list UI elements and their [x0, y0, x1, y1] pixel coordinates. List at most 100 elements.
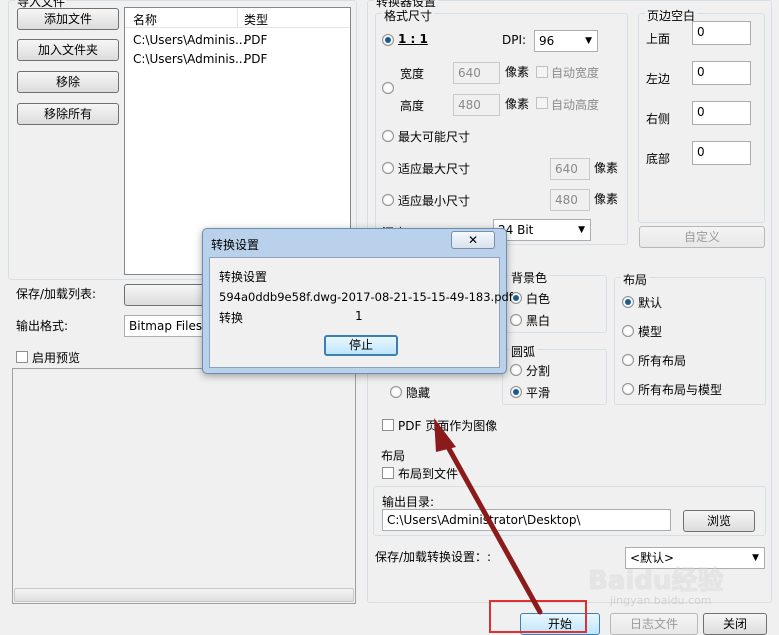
margin-left-input[interactable]: 0	[692, 61, 751, 85]
height-label: 高度	[400, 99, 425, 113]
layout-model-label: 模型	[638, 325, 663, 339]
watermark-url: jingyan.baidu.com	[610, 594, 712, 607]
dialog-convert-count: 1	[355, 309, 363, 323]
dpi-select[interactable]: 96 ▼	[534, 30, 598, 52]
one-to-one-radio[interactable]	[382, 34, 394, 46]
fit-min-input[interactable]: 480	[550, 189, 590, 211]
fit-min-label: 适应最小尺寸	[398, 194, 471, 208]
dpi-label: DPI:	[502, 33, 527, 47]
margins-title: 页边空白	[645, 7, 698, 24]
stop-button[interactable]: 停止	[324, 335, 398, 356]
layout-all-label: 所有布局	[638, 354, 687, 368]
margin-bottom-input[interactable]: 0	[692, 141, 751, 165]
conversion-dialog: 转换设置 ✕ 转换设置 594a0ddb9e58f.dwg-2017-08-21…	[202, 228, 513, 374]
remove-button[interactable]: 移除	[17, 71, 119, 93]
auto-height-label: 自动高度	[551, 98, 600, 112]
list-item[interactable]: C:\Users\Adminis... PDF	[125, 51, 350, 69]
margin-left-label: 左边	[646, 72, 671, 86]
pdf-as-image-label: PDF 页面作为图像	[398, 419, 498, 433]
save-load-settings-label: 保存/加载转换设置：:	[375, 550, 492, 564]
layout-title: 布局	[621, 271, 650, 288]
bg-white-label: 白色	[526, 292, 551, 306]
close-button[interactable]: 关闭	[703, 613, 767, 635]
margin-right-input[interactable]: 0	[692, 101, 751, 125]
hidden-radio[interactable]	[390, 386, 402, 398]
arc-split-radio[interactable]	[510, 364, 522, 376]
chevron-down-icon: ▼	[578, 225, 585, 235]
output-dir-label: 输出目录:	[382, 495, 435, 509]
layout-all-radio[interactable]	[622, 354, 634, 366]
file-type: PDF	[244, 33, 268, 47]
output-dir-input[interactable]: C:\Users\Administrator\Desktop\	[382, 509, 671, 531]
arc-smooth-label: 平滑	[526, 386, 551, 400]
chevron-down-icon: ▼	[585, 36, 592, 46]
layout-to-file-checkbox[interactable]	[382, 467, 394, 479]
watermark-brand: Baidu经验	[588, 566, 724, 596]
bg-black-radio[interactable]	[510, 314, 522, 326]
dialog-body: 转换设置 594a0ddb9e58f.dwg-2017-08-21-15-15-…	[209, 257, 513, 368]
add-file-button[interactable]: 添加文件	[17, 8, 119, 30]
list-item[interactable]: C:\Users\Adminis... PDF	[125, 32, 350, 50]
arc-split-label: 分割	[526, 364, 551, 378]
width-input[interactable]: 640	[453, 62, 500, 84]
depth-select[interactable]: 24 Bit ▼	[493, 219, 591, 241]
save-load-list-button[interactable]	[124, 284, 214, 306]
fit-max-label: 适应最大尺寸	[398, 162, 471, 176]
dialog-heading: 转换设置	[219, 270, 268, 284]
max-possible-label: 最大可能尺寸	[398, 130, 471, 144]
bg-black-label: 黑白	[526, 314, 551, 328]
log-file-button[interactable]: 日志文件	[610, 613, 698, 635]
width-unit: 像素	[505, 65, 530, 79]
layout-all-model-radio[interactable]	[622, 383, 634, 395]
file-name: C:\Users\Adminis...	[133, 52, 247, 66]
auto-width-checkbox[interactable]	[536, 66, 548, 78]
layout-default-radio[interactable]	[622, 296, 634, 308]
layout-to-file-label: 布局到文件	[398, 467, 459, 481]
hidden-label: 隐藏	[406, 386, 431, 400]
custom-margins-button[interactable]: 自定义	[639, 226, 765, 248]
pdf-as-image-checkbox[interactable]	[382, 419, 394, 431]
arc-smooth-radio[interactable]	[510, 386, 522, 398]
output-format-select[interactable]: Bitmap Files (*	[124, 315, 214, 337]
max-possible-radio[interactable]	[382, 130, 394, 142]
dpi-value: 96	[539, 34, 555, 48]
save-load-list-label: 保存/加载列表:	[16, 287, 97, 301]
close-icon: ✕	[467, 233, 479, 247]
height-unit: 像素	[505, 97, 530, 111]
layout-model-radio[interactable]	[622, 325, 634, 337]
fit-max-input[interactable]: 640	[550, 158, 590, 180]
column-header-name[interactable]: 名称	[133, 11, 157, 28]
output-format-label: 输出格式:	[16, 319, 69, 333]
width-label: 宽度	[400, 67, 425, 81]
preview-area	[12, 368, 356, 604]
enable-preview-checkbox[interactable]	[16, 351, 28, 363]
remove-all-button[interactable]: 移除所有	[17, 103, 119, 125]
start-highlight-box	[489, 600, 587, 633]
file-name: C:\Users\Adminis...	[133, 33, 247, 47]
fit-max-radio[interactable]	[382, 162, 394, 174]
custom-size-radio[interactable]	[382, 82, 394, 94]
height-input[interactable]: 480	[453, 94, 500, 116]
arc-title: 圆弧	[509, 343, 538, 360]
fit-max-unit: 像素	[594, 161, 619, 175]
auto-height-checkbox[interactable]	[536, 97, 548, 109]
dialog-filename: 594a0ddb9e58f.dwg-2017-08-21-15-15-49-18…	[219, 290, 513, 304]
add-folder-button[interactable]: 加入文件夹	[17, 39, 119, 61]
fit-min-unit: 像素	[594, 192, 619, 206]
preview-scrollbar[interactable]	[14, 588, 354, 602]
watermark: Baidu经验 jingyan.baidu.com	[588, 560, 758, 612]
format-size-title: 格式尺寸	[382, 7, 435, 24]
layout-all-model-label: 所有布局与模型	[638, 383, 723, 397]
fit-min-radio[interactable]	[382, 194, 394, 206]
browse-button[interactable]: 浏览	[683, 510, 755, 532]
dialog-close-button[interactable]: ✕	[451, 231, 495, 249]
margin-top-input[interactable]: 0	[692, 21, 751, 45]
margin-right-label: 右侧	[646, 112, 671, 126]
file-list-header: 名称 类型	[125, 8, 350, 28]
one-to-one-label: 1 : 1	[398, 32, 428, 46]
layout-section-title: 布局	[381, 449, 406, 463]
column-header-type[interactable]: 类型	[244, 11, 268, 28]
enable-preview-label: 启用预览	[32, 351, 81, 365]
background-color-title: 背景色	[509, 269, 550, 286]
margin-bottom-label: 底部	[646, 152, 671, 166]
